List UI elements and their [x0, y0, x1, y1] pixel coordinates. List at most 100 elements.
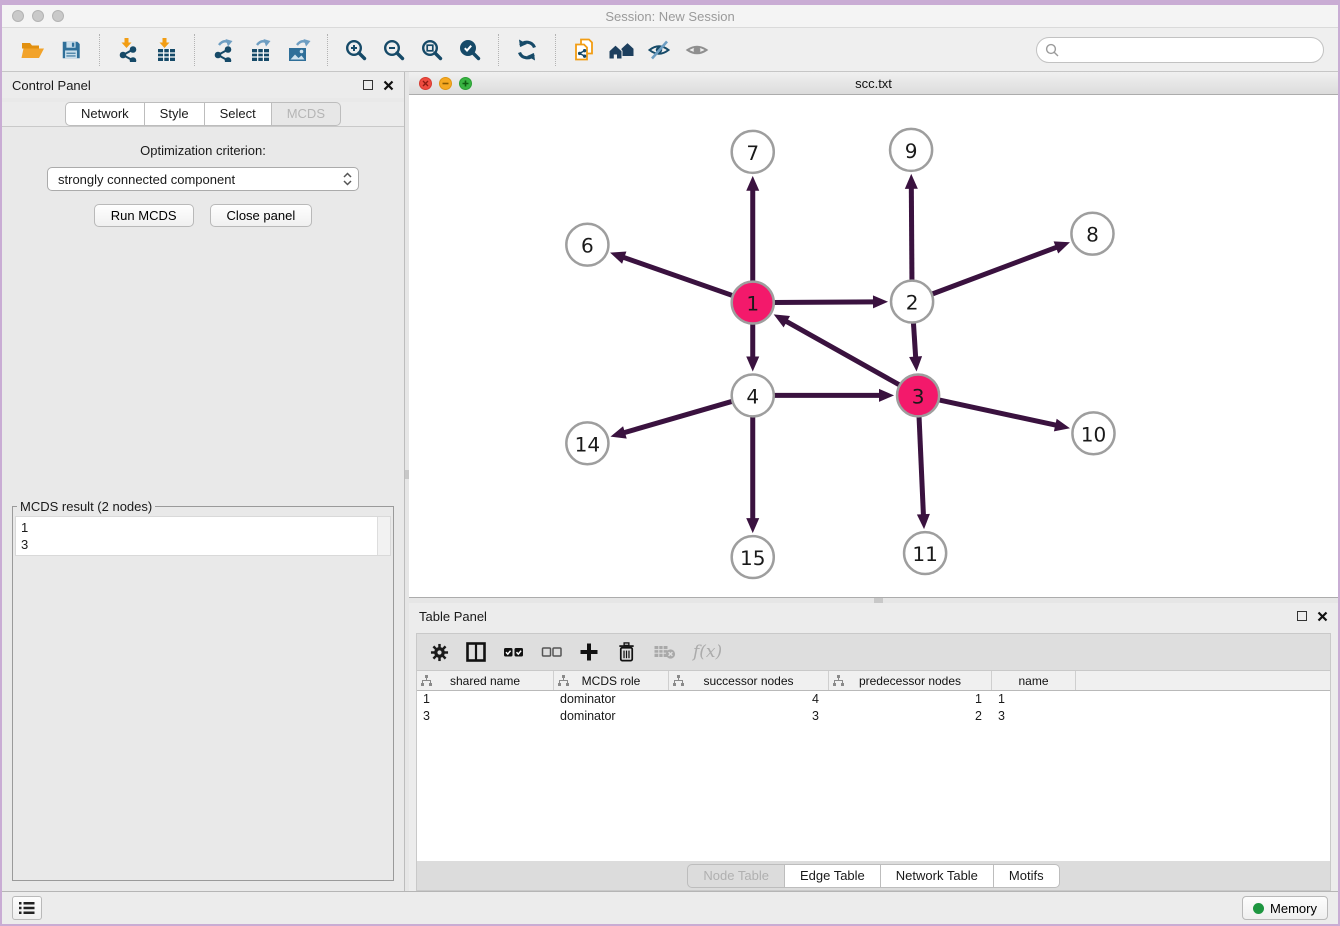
result-scrollbar[interactable] [377, 517, 390, 555]
save-session-button[interactable] [54, 33, 88, 67]
graph-edge-1-4[interactable] [746, 322, 759, 372]
table-cell[interactable]: 1 [992, 691, 1076, 708]
graph-node-14[interactable]: 14 [566, 422, 608, 464]
unselect-all-button[interactable] [541, 642, 562, 662]
search-box[interactable] [1036, 37, 1324, 63]
add-column-button[interactable] [579, 642, 599, 662]
export-network-button[interactable] [206, 33, 240, 67]
column-header-successor-nodes[interactable]: successor nodes [669, 671, 829, 690]
svg-text:8: 8 [1086, 223, 1099, 247]
graph-edge-3-11[interactable] [917, 414, 930, 529]
column-header-shared-name[interactable]: shared name [417, 671, 554, 690]
graph-edge-4-3[interactable] [772, 389, 894, 402]
control-tab-network[interactable]: Network [65, 102, 145, 126]
run-mcds-button[interactable]: Run MCDS [94, 204, 194, 227]
table-cell[interactable]: 1 [417, 691, 554, 708]
table-row[interactable]: 1dominator411 [417, 691, 1330, 708]
control-tab-mcds[interactable]: MCDS [272, 102, 341, 126]
close-panel-button[interactable]: Close panel [210, 204, 313, 227]
table-tab-motifs[interactable]: Motifs [994, 864, 1060, 888]
memory-label: Memory [1270, 901, 1317, 916]
mcds-result-title: MCDS result (2 nodes) [17, 499, 155, 514]
open-folder-icon [20, 38, 46, 62]
graph-node-9[interactable]: 9 [890, 129, 932, 171]
close-panel-icon[interactable] [383, 80, 394, 91]
svg-text:15: 15 [740, 546, 766, 570]
graph-edge-2-3[interactable] [909, 321, 922, 372]
table-row[interactable]: 3dominator323 [417, 708, 1330, 725]
control-tab-style[interactable]: Style [145, 102, 205, 126]
mcds-result-list[interactable]: 13 [16, 517, 377, 555]
graph-node-1[interactable]: 1 [732, 282, 774, 324]
graph-node-4[interactable]: 4 [732, 374, 774, 416]
apply-layout-button[interactable] [510, 33, 544, 67]
table-cell[interactable]: 2 [829, 708, 992, 725]
table-tab-edge-table[interactable]: Edge Table [785, 864, 881, 888]
show-column-button[interactable] [466, 642, 486, 662]
zoom-in-button[interactable] [339, 33, 373, 67]
graph-edge-3-1[interactable] [774, 314, 902, 386]
toolbar-separator [99, 34, 100, 66]
table-toolbar: f(x) [417, 634, 1330, 671]
table-cell[interactable]: 3 [669, 708, 829, 725]
search-input[interactable] [1065, 42, 1315, 57]
columns-icon [466, 642, 486, 662]
graph-edge-1-2[interactable] [772, 295, 888, 308]
import-table-button[interactable] [149, 33, 183, 67]
import-network-button[interactable] [111, 33, 145, 67]
network-window-titlebar[interactable]: scc.txt [409, 72, 1338, 95]
delete-columns-button[interactable] [616, 641, 637, 663]
table-cell[interactable]: 4 [669, 691, 829, 708]
graph-edge-3-10[interactable] [937, 399, 1070, 431]
memory-button[interactable]: Memory [1242, 896, 1328, 920]
graph-node-7[interactable]: 7 [732, 131, 774, 173]
optimization-criterion-select[interactable]: strongly connected component [47, 167, 359, 191]
gear-icon [430, 643, 449, 662]
open-session-button[interactable] [16, 33, 50, 67]
graph-edge-2-9[interactable] [905, 174, 918, 283]
zoom-fit-button[interactable] [415, 33, 449, 67]
graph-node-10[interactable]: 10 [1072, 412, 1114, 454]
graph-node-15[interactable]: 15 [732, 536, 774, 578]
export-image-button[interactable] [282, 33, 316, 67]
table-tab-network-table[interactable]: Network Table [881, 864, 994, 888]
splitter-handle[interactable] [874, 598, 883, 603]
column-header-mcds-role[interactable]: MCDS role [554, 671, 669, 690]
zoom-selected-button[interactable] [453, 33, 487, 67]
table-cell[interactable]: 1 [829, 691, 992, 708]
graph-edge-1-7[interactable] [746, 176, 759, 284]
graph-edge-2-8[interactable] [930, 241, 1070, 294]
table-cell[interactable]: dominator [554, 691, 669, 708]
float-panel-icon[interactable] [1297, 611, 1307, 621]
graph-node-3[interactable]: 3 [897, 374, 939, 416]
table-options-button[interactable] [430, 643, 449, 662]
column-header-name[interactable]: name [992, 671, 1076, 690]
network-canvas[interactable]: 7 9 6 8 1 2 4 3 14 10 15 11 [409, 95, 1338, 597]
first-neighbors-button[interactable] [605, 33, 639, 67]
horizontal-splitter[interactable] [409, 598, 1338, 603]
graph-edge-1-6[interactable] [610, 251, 735, 296]
column-header-predecessor-nodes[interactable]: predecessor nodes [829, 671, 992, 690]
svg-text:11: 11 [912, 542, 938, 566]
task-history-button[interactable] [12, 896, 42, 920]
select-all-button[interactable] [503, 642, 524, 662]
table-cell[interactable]: 3 [417, 708, 554, 725]
show-all-button[interactable] [681, 33, 715, 67]
graph-edge-4-15[interactable] [746, 414, 759, 533]
float-panel-icon[interactable] [363, 80, 373, 90]
graph-node-8[interactable]: 8 [1071, 213, 1113, 255]
graph-node-2[interactable]: 2 [891, 281, 933, 323]
graph-edge-4-14[interactable] [610, 401, 734, 439]
table-tab-node-table[interactable]: Node Table [687, 864, 785, 888]
control-tab-select[interactable]: Select [205, 102, 272, 126]
table-cell[interactable]: 3 [992, 708, 1076, 725]
export-table-button[interactable] [244, 33, 278, 67]
zoom-out-button[interactable] [377, 33, 411, 67]
graph-node-11[interactable]: 11 [904, 532, 946, 574]
close-panel-icon[interactable] [1317, 611, 1328, 622]
duplicate-network-button[interactable] [567, 33, 601, 67]
table-cell[interactable]: dominator [554, 708, 669, 725]
graph-node-6[interactable]: 6 [566, 224, 608, 266]
table-panel: Table Panel [409, 603, 1338, 891]
hide-selected-button[interactable] [643, 33, 677, 67]
